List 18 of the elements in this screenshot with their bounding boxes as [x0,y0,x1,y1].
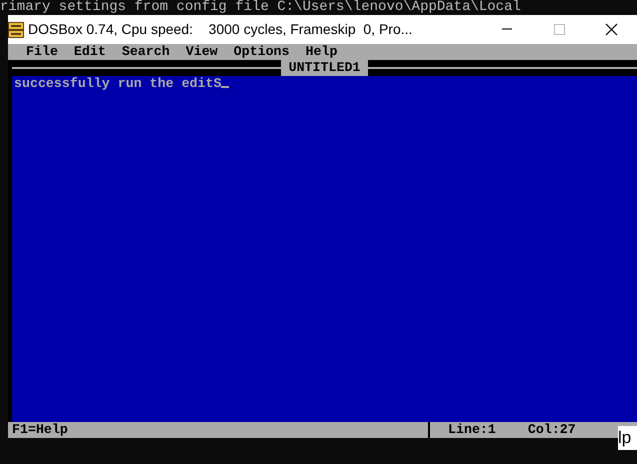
line-indicator: Line:1 [448,422,496,437]
menu-item[interactable]: Help [306,44,338,60]
menu-item[interactable]: File [26,44,58,60]
help-hint: F1=Help [12,422,68,437]
app-icon [8,22,24,38]
maximize-icon [554,24,564,35]
menu-item[interactable]: Options [234,44,290,60]
window-title: DOSBox 0.74, Cpu speed: 3000 cycles, Frameskip 0, Pro... [28,20,412,39]
console-text: rimary settings from config file C:\Users\lenovo\AppData\Local [0,0,521,15]
text-line: successfully run the editS [14,76,222,91]
document-title: UNTITLED1 [280,60,368,76]
menu-item[interactable]: View [186,44,218,60]
menu-item[interactable]: Edit [74,44,106,60]
minimize-icon [501,28,512,30]
menu-item[interactable]: Search [122,44,170,60]
window-text: lp [618,426,637,450]
close-icon [604,23,618,36]
column-indicator: Col:27 [528,422,576,437]
